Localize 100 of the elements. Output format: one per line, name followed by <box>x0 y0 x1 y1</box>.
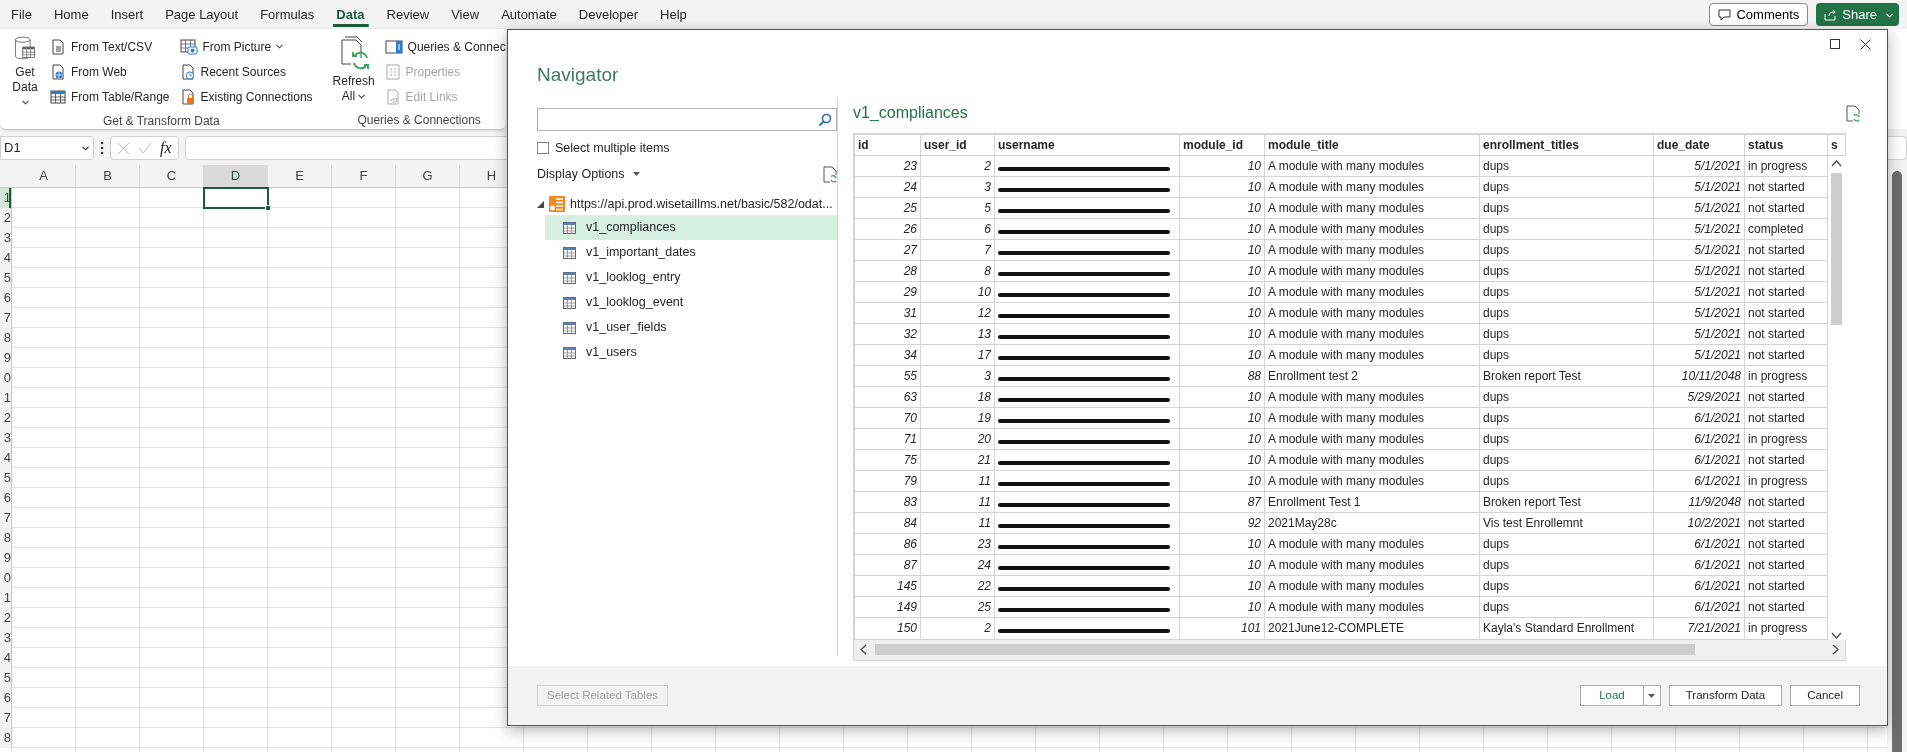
row-header[interactable]: 8 <box>0 328 12 348</box>
dialog-button[interactable]: Cancel <box>1790 685 1860 706</box>
check-icon[interactable] <box>138 142 152 154</box>
ribbon-button[interactable]: Recent Sources <box>177 59 315 84</box>
table-cell: A module with many modules <box>1268 348 1425 363</box>
display-options-dropdown[interactable]: Display Options <box>537 164 640 184</box>
table-cell: 5/29/2021 <box>1687 390 1741 405</box>
share-button[interactable]: Share <box>1816 3 1899 26</box>
column-header[interactable]: F <box>332 165 396 187</box>
insert-function-button[interactable]: fx <box>160 136 172 160</box>
ribbon-tab[interactable]: Home <box>42 0 100 29</box>
chevron-right-icon[interactable] <box>1832 644 1839 655</box>
row-header[interactable]: 3 <box>0 228 12 248</box>
horizontal-scrollbar[interactable] <box>854 639 1845 660</box>
table-cell: A module with many modules <box>1268 600 1425 615</box>
table-cell: 6/1/2021 <box>1694 453 1741 468</box>
column-header[interactable]: G <box>396 165 460 187</box>
ribbon-button[interactable]: Queries & Connec <box>382 34 508 59</box>
ribbon-tab[interactable]: File <box>0 0 43 29</box>
column-header[interactable]: E <box>268 165 332 187</box>
vertical-scrollbar[interactable] <box>1892 171 1902 752</box>
row-header[interactable]: 9 <box>0 348 12 368</box>
checkbox-label[interactable]: Select multiple items <box>555 138 670 158</box>
checkbox[interactable] <box>537 142 549 154</box>
tree-item[interactable]: v1_important_dates <box>545 240 837 265</box>
column-header[interactable]: D <box>204 165 268 187</box>
load-split-button[interactable]: Load <box>1580 685 1661 706</box>
dialog-button[interactable]: Transform Data <box>1668 685 1783 706</box>
row-header[interactable]: 8 <box>0 728 12 748</box>
row-header[interactable]: 2 <box>0 208 12 228</box>
scroll-thumb[interactable] <box>875 644 1695 655</box>
expand-triangle-icon[interactable] <box>537 200 544 208</box>
row-header[interactable]: 3 <box>0 628 12 648</box>
row-header[interactable]: 3 <box>0 428 12 448</box>
ribbon-tab[interactable]: Insert <box>99 0 155 29</box>
row-header[interactable]: 8 <box>0 528 12 548</box>
row-header[interactable]: 4 <box>0 448 12 468</box>
row-header[interactable]: 9 <box>0 548 12 568</box>
row-header[interactable]: 4 <box>0 648 12 668</box>
search-field[interactable] <box>537 108 837 131</box>
ribbon-button[interactable]: From Web <box>48 59 172 84</box>
table-cell: A module with many modules <box>1268 558 1425 573</box>
refresh-document-icon[interactable] <box>1846 104 1860 122</box>
ribbon-tab[interactable]: View <box>440 0 491 29</box>
row-header[interactable]: 5 <box>0 268 12 288</box>
column-header: username <box>998 138 1055 152</box>
ribbon-tab[interactable]: Formulas <box>249 0 326 29</box>
table-cell: 88 <box>1247 369 1261 384</box>
row-header[interactable]: 6 <box>0 688 12 708</box>
load-button[interactable]: Load <box>1581 686 1644 705</box>
ribbon-button[interactable]: Refresh All <box>330 34 377 111</box>
tree-item[interactable]: v1_looklog_entry <box>545 265 837 290</box>
row-header[interactable]: 7 <box>0 508 12 528</box>
ribbon-button[interactable]: From Table/Range <box>48 84 172 109</box>
chevron-up-icon[interactable] <box>1831 160 1843 167</box>
row-header[interactable]: 5 <box>0 668 12 688</box>
comments-button[interactable]: Comments <box>1709 3 1809 26</box>
ribbon-tab[interactable]: Help <box>649 0 698 29</box>
refresh-document-icon[interactable] <box>823 165 837 183</box>
row-header[interactable]: 7 <box>0 308 12 328</box>
tree-item[interactable]: v1_users <box>545 340 837 365</box>
tree-item[interactable]: v1_compliances <box>545 215 837 240</box>
ribbon-button[interactable]: Get Data <box>8 34 42 112</box>
column-header[interactable]: A <box>12 165 76 187</box>
row-header[interactable]: 1 <box>0 388 12 408</box>
chevron-down-icon[interactable] <box>1831 632 1843 639</box>
table-cell: 6/1/2021 <box>1694 474 1741 489</box>
table-cell: A module with many modules <box>1268 285 1425 300</box>
row-header[interactable]: 7 <box>0 708 12 728</box>
table-icon <box>563 321 576 334</box>
table-cell: dups <box>1483 411 1510 426</box>
chevron-left-icon[interactable] <box>860 644 867 655</box>
ribbon-tab[interactable]: Developer <box>567 0 650 29</box>
column-header[interactable]: B <box>76 165 140 187</box>
row-header[interactable]: 2 <box>0 408 12 428</box>
row-header[interactable]: 4 <box>0 248 12 268</box>
ribbon-button[interactable]: From Picture <box>177 34 315 59</box>
ribbon-tab[interactable]: Review <box>375 0 441 29</box>
more-options-icon[interactable] <box>100 141 104 155</box>
ribbon-button[interactable]: Existing Connections <box>177 84 315 109</box>
active-cell[interactable] <box>203 187 269 209</box>
table-cell: 3 <box>984 369 991 384</box>
scroll-thumb[interactable] <box>1831 173 1843 325</box>
row-header[interactable]: 5 <box>0 468 12 488</box>
ribbon-tab[interactable]: Automate <box>490 0 568 29</box>
maximize-icon[interactable] <box>1830 39 1840 49</box>
row-header[interactable]: 0 <box>0 568 12 588</box>
row-header[interactable]: 6 <box>0 288 12 308</box>
tree-item[interactable]: v1_looklog_event <box>545 290 837 315</box>
tree-node[interactable]: https://api.prod.wisetaillms.net/basic/582/odat... <box>570 194 833 214</box>
row-header[interactable]: 2 <box>0 608 12 628</box>
row-header[interactable]: 1 <box>0 588 12 608</box>
name-box[interactable]: D1 <box>0 136 94 160</box>
row-header[interactable]: 0 <box>0 368 12 388</box>
tree-item[interactable]: v1_user_fields <box>545 315 837 340</box>
close-icon[interactable] <box>1860 38 1871 50</box>
ribbon-button[interactable]: From Text/CSV <box>48 34 172 59</box>
search-icon[interactable] <box>818 112 832 127</box>
ribbon-tab[interactable]: Page Layout <box>154 0 250 29</box>
row-header[interactable]: 6 <box>0 488 12 508</box>
